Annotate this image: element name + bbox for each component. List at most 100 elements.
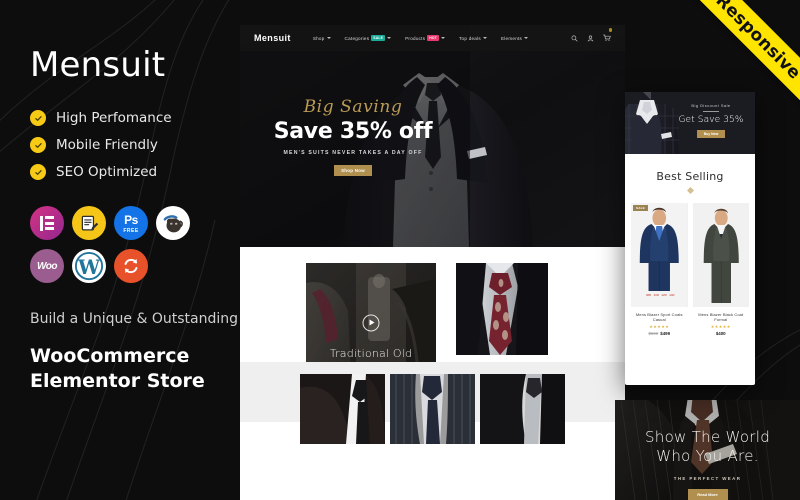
nav-label: Products (405, 35, 426, 41)
product-rating: ★★★★★ (710, 324, 731, 329)
main-navigation: Shop Categories SALE Products HOT Top de… (313, 35, 571, 41)
tagline: Build a Unique & Outstanding (30, 311, 238, 327)
nav-label: Shop (312, 35, 325, 41)
hero-title: Save 35% off (273, 119, 433, 144)
bottom-banner: Show The World Who You Are. THE PERFECT … (615, 400, 800, 500)
feature-label: High Perfomance (56, 110, 172, 126)
site-header: Mensuit Shop Categories SALE Products HO… (240, 25, 625, 51)
promo-banner-stage: Mensuit High Perfomance Mobile Friendly … (0, 0, 800, 500)
hero-section: Mensuit Shop Categories SALE Products HO… (240, 25, 625, 247)
product-thumb-band (240, 362, 625, 444)
promo-card-photo (456, 263, 548, 355)
product-current-price: $400 (715, 331, 726, 336)
check-icon (30, 137, 46, 153)
product-card[interactable]: SALE 38R 40R 42R 44R Mens Blazer Sport C… (631, 203, 688, 336)
product-thumb[interactable] (480, 374, 565, 444)
nav-label: Top deals (459, 35, 481, 41)
sale-badge: SALE (633, 205, 648, 211)
feature-label: SEO Optimized (56, 164, 158, 180)
bottom-banner-text: Show The World Who You Are. THE PERFECT … (615, 428, 800, 500)
nav-label: Categories (344, 35, 370, 41)
bottom-banner-title-line1: Show The World (644, 428, 771, 446)
product-name: Mens Blazer Black Coat Formal (698, 312, 744, 322)
account-icon[interactable] (587, 29, 594, 47)
brand-title: Mensuit (30, 45, 166, 85)
bottom-banner-subtitle: THE PERFECT WEAR (673, 476, 742, 482)
cart-icon[interactable] (603, 28, 612, 47)
svg-text:44R: 44R (669, 293, 674, 297)
product-thumb-row (240, 362, 625, 444)
auto-update-icon (114, 249, 148, 283)
product-image (692, 203, 749, 307)
search-icon[interactable] (571, 29, 578, 47)
feature-list: High Perfomance Mobile Friendly SEO Opti… (30, 110, 240, 180)
feature-item: Mobile Friendly (30, 137, 240, 153)
hero-text-block: Big Saving Save 35% off MEN'S SUITS NEVE… (268, 97, 438, 177)
elementor-icon (30, 206, 64, 240)
plugin-icon-row: Woo W (30, 249, 240, 283)
photoshop-free-label: FREE (123, 227, 139, 234)
nav-badge-sale: SALE (371, 35, 386, 41)
headline: WooCommerce Elementor Store (30, 345, 205, 393)
svg-text:W: W (77, 256, 101, 279)
wordpress-icon: W (72, 249, 106, 283)
product-card[interactable]: Mens Blazer Black Coat Formal ★★★★★ $400 (692, 203, 750, 336)
header-icon-group (571, 28, 612, 47)
cart-count-badge (608, 28, 612, 32)
photoshop-free-icon: Ps FREE (114, 206, 148, 240)
plugin-icon-row: Ps FREE (30, 206, 240, 240)
plugin-icon-grid: Ps FREE Woo W (30, 206, 240, 283)
mobile-section-title: Best Selling (656, 170, 724, 183)
product-current-price: $499 (660, 331, 671, 336)
svg-text:38R: 38R (646, 293, 651, 297)
notes-editor-icon (72, 206, 106, 240)
bottom-banner-read-more-button[interactable]: Read More (687, 489, 728, 500)
product-old-price: $599 (648, 331, 659, 336)
mailchimp-icon (156, 206, 190, 240)
product-thumb[interactable] (300, 374, 385, 444)
play-icon[interactable] (362, 314, 380, 332)
nav-item-shop[interactable]: Shop (313, 36, 331, 41)
product-name: Mens Blazer Sport Coats Casual (635, 312, 683, 322)
responsive-ribbon-label: Responsive (711, 0, 800, 84)
nav-item-products[interactable]: Products HOT (405, 35, 446, 41)
feature-item: SEO Optimized (30, 164, 240, 180)
svg-text:42R: 42R (661, 293, 666, 297)
hero-shop-now-button[interactable]: Shop Now (334, 165, 372, 177)
nav-item-categories[interactable]: Categories SALE (345, 35, 392, 41)
responsive-ribbon: Responsive (682, 0, 800, 118)
product-rating: ★★★★★ (649, 324, 670, 329)
website-preview: Mensuit Shop Categories SALE Products HO… (240, 25, 625, 500)
nav-badge-hot: HOT (427, 35, 440, 41)
left-info-panel: Mensuit High Perfomance Mobile Friendly … (0, 0, 240, 500)
video-caption-line1: Traditional Old (329, 346, 413, 360)
feature-label: Mobile Friendly (56, 137, 158, 153)
check-icon (30, 164, 46, 180)
chevron-down-icon (441, 37, 446, 39)
content-band: Traditional Old World Details (240, 247, 625, 444)
chevron-down-icon (482, 37, 487, 39)
hero-subtitle: MEN'S SUITS NEVER TAKES A DAY OFF (283, 150, 423, 157)
bottom-banner-title-line2: Who You Are. (656, 447, 759, 466)
chevron-down-icon (524, 37, 529, 39)
woocommerce-icon: Woo (30, 249, 64, 283)
product-thumb[interactable] (390, 374, 475, 444)
mobile-banner-button[interactable]: Buy Now (697, 129, 725, 138)
chevron-down-icon (387, 37, 392, 39)
nav-item-top-deals[interactable]: Top deals (459, 36, 487, 41)
woocommerce-label: Woo (37, 260, 57, 272)
site-logo[interactable]: Mensuit (254, 33, 291, 43)
product-image: SALE 38R 40R 42R 44R (631, 203, 688, 307)
product-price: $599 $499 (631, 331, 688, 336)
nav-item-elements[interactable]: Elements (500, 35, 529, 41)
svg-text:40R: 40R (654, 293, 659, 297)
mobile-preview: Big Discount Sale Get Save 35% Buy Now B… (625, 92, 755, 385)
chevron-down-icon (326, 37, 331, 39)
nav-label: Elements (500, 35, 523, 41)
mobile-product-grid: SALE 38R 40R 42R 44R Mens Blazer Sport C… (625, 193, 755, 336)
feature-item: High Perfomance (30, 110, 240, 126)
hero-script-text: Big Saving (303, 97, 403, 117)
photoshop-label: Ps (124, 212, 138, 227)
check-icon (30, 110, 46, 126)
product-price: $400 (693, 331, 750, 336)
